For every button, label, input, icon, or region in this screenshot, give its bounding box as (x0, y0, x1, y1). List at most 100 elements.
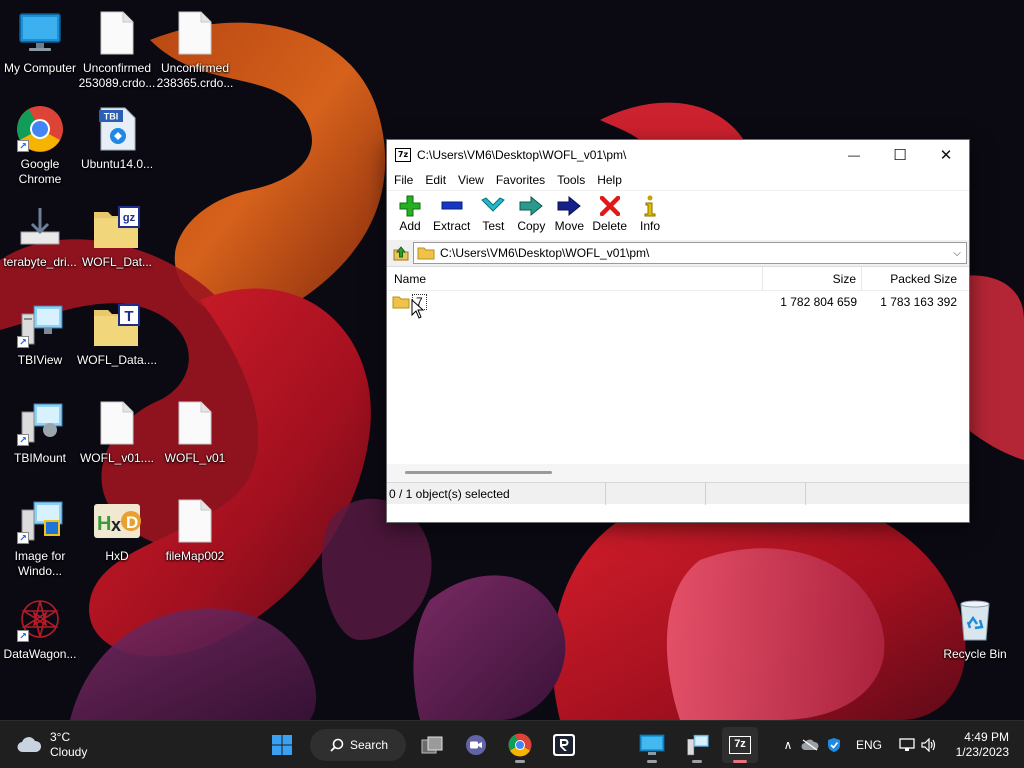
desktop-icon-label: TBIView (17, 353, 63, 367)
desktop-icon-label: Unconfirmed 238365.crdo... (156, 61, 234, 90)
task-view-button[interactable] (414, 727, 450, 763)
desktop-icon-label: WOFL_v01 (164, 451, 226, 465)
desktop-icon-datawagon[interactable]: ↗ DataWagon... (0, 594, 80, 684)
sevenzip-icon: 7z (729, 736, 751, 754)
menu-favorites[interactable]: Favorites (490, 173, 551, 187)
list-item[interactable]: 7 1 782 804 659 1 783 163 392 (387, 291, 969, 313)
info-icon (635, 193, 665, 219)
test-button[interactable]: Test (474, 193, 512, 233)
extract-label: Extract (433, 219, 471, 233)
sevenzip-window[interactable]: 7z C:\Users\VM6\Desktop\WOFL_v01\pm\ — ☐… (386, 139, 970, 523)
windows-logo-icon (272, 735, 292, 755)
info-button[interactable]: Info (631, 193, 669, 233)
desktop-icon-label: WOFL_Data.... (76, 353, 158, 367)
weather-widget[interactable]: 3°C Cloudy (16, 730, 87, 760)
desktop-icon-wofl-v01[interactable]: WOFL_v01 (155, 398, 235, 488)
taskbar-remote-desktop-button[interactable] (634, 727, 670, 763)
desktop-icon-wofl-data-t[interactable]: T WOFL_Data.... (77, 300, 157, 390)
move-button[interactable]: Move (550, 193, 588, 233)
running-indicator (647, 760, 657, 763)
desktop-icon-google-chrome[interactable]: ↗ Google Chrome (0, 104, 80, 194)
desktop-icon-image-for-windows[interactable]: ↗ Image for Windo... (0, 496, 80, 586)
extract-button[interactable]: Extract (429, 193, 474, 233)
copy-button[interactable]: Copy (512, 193, 550, 233)
blank-file-icon (170, 8, 220, 58)
start-button[interactable] (264, 727, 300, 763)
blank-file-icon (170, 496, 220, 546)
address-path[interactable]: C:\Users\VM6\Desktop\WOFL_v01\pm\ (440, 246, 948, 260)
weather-temperature: 3°C (50, 730, 71, 744)
taskbar-7zip-button[interactable]: 7z (722, 727, 758, 763)
desktop-icon-recycle-bin[interactable]: Recycle Bin (935, 594, 1015, 684)
address-combobox[interactable]: C:\Users\VM6\Desktop\WOFL_v01\pm\ ⌵ (413, 242, 967, 264)
up-folder-button[interactable] (389, 242, 413, 264)
horizontal-scrollbar[interactable] (387, 464, 969, 482)
desktop-icon-my-computer[interactable]: My Computer (0, 8, 80, 98)
desktop-icon-tbimount[interactable]: ↗ TBIMount (0, 398, 80, 488)
desktop-icon-wofl-dat-gz[interactable]: gz WOFL_Dat... (77, 202, 157, 292)
close-button[interactable]: ✕ (923, 140, 969, 169)
column-name[interactable]: Name (387, 266, 763, 291)
test-label: Test (482, 219, 505, 233)
list-item-name-cell: 7 (387, 294, 763, 310)
taskbar-chrome-button[interactable] (502, 727, 538, 763)
list-header: Name Size Packed Size (387, 266, 969, 291)
desktop-icon-label: TBIMount (13, 451, 67, 465)
delete-x-icon (595, 193, 625, 219)
desktop-icon-tbiview[interactable]: ↗ TBIView (0, 300, 80, 390)
search-button[interactable]: Search (310, 729, 406, 761)
network-icon[interactable] (896, 738, 918, 752)
t-badge: T (124, 308, 133, 325)
minimize-icon: — (848, 147, 860, 162)
desktop-icon-label: terabyte_dri... (3, 255, 77, 269)
shortcut-arrow-icon: ↗ (17, 532, 29, 544)
menu-help[interactable]: Help (591, 173, 628, 187)
monitor-icon (15, 8, 65, 58)
desktop-icon-label: Recycle Bin (943, 647, 1007, 661)
desktop-icon-wofl-v01-file[interactable]: WOFL_v01.... (77, 398, 157, 488)
menu-tools[interactable]: Tools (551, 173, 591, 187)
desktop-icon-unconfirmed-253089[interactable]: Unconfirmed 253089.crdo... (77, 8, 157, 98)
mouse-cursor-icon (411, 299, 425, 319)
gz-badge: gz (123, 212, 136, 224)
blank-file-icon (92, 398, 142, 448)
desktop-icon-ubuntu-tbi[interactable]: TBI Ubuntu14.0... (77, 104, 157, 194)
desktop-icon-hxd[interactable]: HxD HxD (77, 496, 157, 586)
desktop-icon-unconfirmed-238365[interactable]: Unconfirmed 238365.crdo... (155, 8, 235, 98)
menu-view[interactable]: View (452, 173, 490, 187)
chevron-up-icon[interactable]: ∧ (778, 738, 798, 752)
minimize-button[interactable]: — (831, 140, 877, 169)
desktop-icon-filemap002[interactable]: fileMap002 (155, 496, 235, 586)
tbi-badge: TBI (104, 112, 119, 122)
chevron-down-icon[interactable]: ⌵ (948, 248, 966, 259)
shortcut-arrow-icon: ↗ (17, 140, 29, 152)
taskbar-tbi-app-button[interactable] (679, 727, 715, 763)
teams-chat-button[interactable] (458, 727, 494, 763)
chrome-icon: ↗ (15, 104, 65, 154)
sevenzip-app-icon: 7z (395, 147, 411, 162)
add-button[interactable]: Add (391, 193, 429, 233)
desktop-icon-label: Google Chrome (18, 157, 62, 186)
column-packed-size[interactable]: Packed Size (862, 267, 963, 291)
taskbar-r-app-button[interactable] (546, 727, 582, 763)
volume-icon[interactable] (918, 738, 940, 752)
address-bar: C:\Users\VM6\Desktop\WOFL_v01\pm\ ⌵ (387, 240, 969, 266)
window-titlebar[interactable]: 7z C:\Users\VM6\Desktop\WOFL_v01\pm\ — ☐… (387, 140, 969, 169)
desktop-icon-terabyte-drive[interactable]: terabyte_dri... (0, 202, 80, 292)
file-list[interactable]: Name Size Packed Size 7 1 782 804 659 1 … (387, 266, 969, 482)
clock[interactable]: 4:49 PM 1/23/2023 (956, 730, 1009, 760)
gz-archive-icon: gz (92, 202, 142, 252)
system-tray: ∧ ENG (778, 721, 940, 768)
svg-text:H: H (97, 513, 111, 535)
menu-edit[interactable]: Edit (419, 173, 452, 187)
delete-button[interactable]: Delete (588, 193, 631, 233)
svg-text:x: x (111, 515, 121, 535)
onedrive-icon[interactable] (798, 739, 822, 751)
menu-file[interactable]: File (388, 173, 419, 187)
security-shield-icon[interactable] (822, 737, 846, 753)
maximize-button[interactable]: ☐ (877, 140, 923, 169)
scrollbar-thumb[interactable] (405, 471, 552, 474)
close-icon: ✕ (939, 146, 953, 164)
language-indicator[interactable]: ENG (856, 738, 896, 752)
column-size[interactable]: Size (763, 266, 862, 291)
